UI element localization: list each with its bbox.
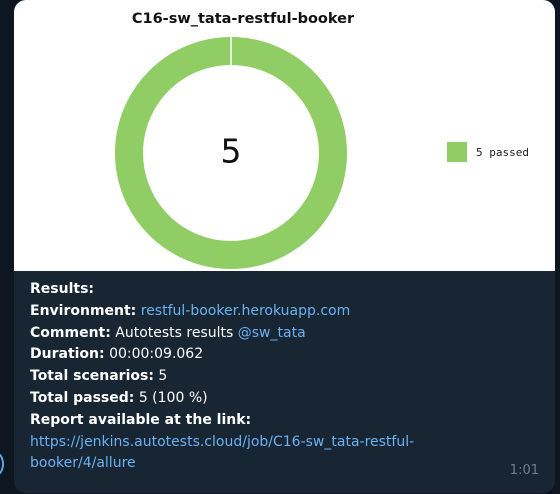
donut-chart: 5 xyxy=(115,37,347,269)
comment-text: Autotests results xyxy=(110,324,238,341)
legend-swatch-passed xyxy=(447,142,467,162)
environment-label: Environment: xyxy=(30,302,137,319)
legend-label-passed: 5 passed xyxy=(476,145,529,159)
report-label: Report available at the link: xyxy=(30,411,252,428)
message-text: Results: Environment: restful-booker.her… xyxy=(30,279,540,475)
total-scenarios-line: Total scenarios: 5 xyxy=(30,366,540,388)
message-timestamp: 1:01 xyxy=(509,463,539,478)
comment-label: Comment: xyxy=(30,324,111,341)
duration-line: Duration: 00:00:09.062 xyxy=(30,344,540,366)
duration-label: Duration: xyxy=(30,346,105,363)
donut-center-value: 5 xyxy=(221,132,242,171)
total-passed-label: Total passed: xyxy=(30,389,135,406)
report-url-line-2[interactable]: booker/4/allure xyxy=(30,455,136,471)
comment-line: Comment: Autotests results @sw_tata xyxy=(30,323,540,345)
total-passed-line: Total passed: 5 (100 %) xyxy=(30,388,540,410)
comment-mention-link[interactable]: @sw_tata xyxy=(238,325,306,341)
report-url-link[interactable]: https://jenkins.autotests.cloud/job/C16-… xyxy=(30,432,540,476)
chart-legend: 5 passed xyxy=(447,142,529,162)
environment-line: Environment: restful-booker.herokuapp.co… xyxy=(30,301,540,323)
results-heading: Results: xyxy=(30,281,94,297)
report-url-line-1[interactable]: https://jenkins.autotests.cloud/job/C16-… xyxy=(30,434,414,450)
total-passed-value: 5 (100 %) xyxy=(134,389,208,406)
chart-image[interactable]: C16-sw_tata-restful-booker 5 5 passed xyxy=(14,0,555,271)
environment-link[interactable]: restful-booker.herokuapp.com xyxy=(141,303,351,319)
total-scenarios-label: Total scenarios: xyxy=(30,368,154,385)
scroll-avatar-edge xyxy=(0,452,4,476)
message-bubble: C16-sw_tata-restful-booker 5 5 passed Re… xyxy=(14,0,555,493)
duration-value: 00:00:09.062 xyxy=(104,346,204,363)
total-scenarios-value: 5 xyxy=(153,368,168,385)
